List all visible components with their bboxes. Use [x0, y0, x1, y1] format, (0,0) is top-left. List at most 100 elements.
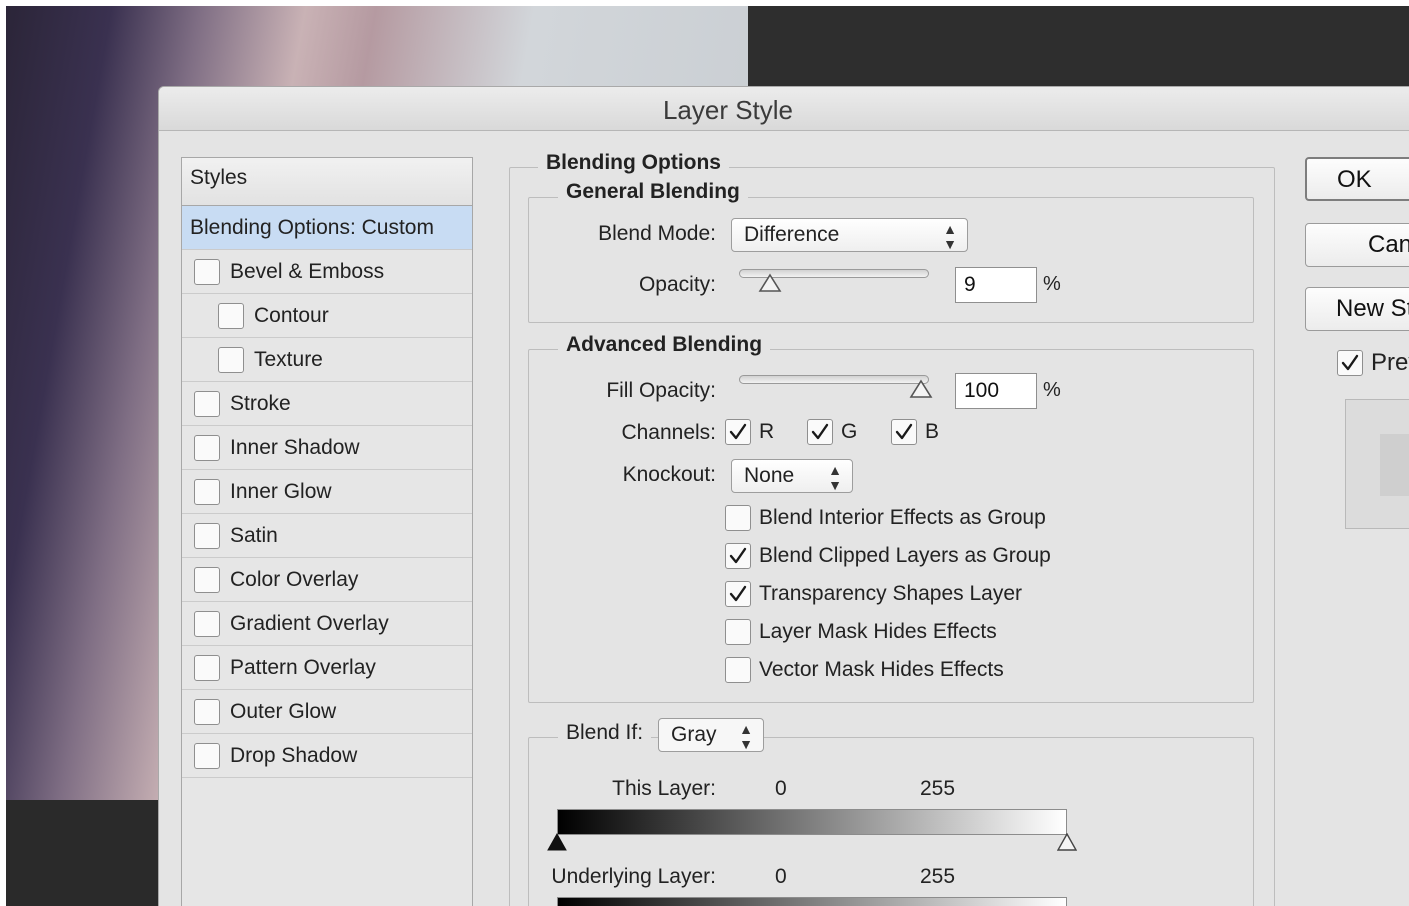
underlying-layer-label: Underlying Layer: [551, 865, 716, 888]
styles-item-drop-shadow[interactable]: Drop Shadow [182, 734, 472, 778]
this-layer-min: 0 [775, 777, 787, 800]
fill-opacity-label: Fill Opacity: [606, 379, 716, 402]
styles-header[interactable]: Styles [182, 158, 472, 206]
styles-item-gradient-overlay[interactable]: Gradient Overlay [182, 602, 472, 646]
blend-mode-select[interactable]: Difference ▲ ▼ [731, 218, 968, 252]
general-blending-legend: General Blending [558, 180, 748, 204]
styles-item-inner-glow[interactable]: Inner Glow [182, 470, 472, 514]
knockout-select[interactable]: None ▲ ▼ [731, 459, 853, 493]
this-layer-max: 255 [920, 777, 956, 800]
channel-r-checkbox[interactable] [725, 419, 751, 445]
underlying-layer-max: 255 [920, 865, 956, 888]
preview-checkbox[interactable] [1337, 350, 1363, 376]
option-transparency-shapes-layer[interactable]: Transparency Shapes Layer [725, 581, 1022, 607]
styles-item-label: Outer Glow [230, 699, 337, 723]
styles-item-pattern-overlay[interactable]: Pattern Overlay [182, 646, 472, 690]
checkmark-icon [729, 585, 747, 602]
fill-opacity-slider-thumb-icon[interactable] [909, 379, 933, 399]
dialog-titlebar[interactable]: Layer Style [159, 87, 1409, 131]
style-preview-box [1345, 399, 1409, 529]
select-arrows-icon: ▲ ▼ [828, 462, 842, 493]
option-checkbox[interactable] [725, 543, 751, 569]
option-checkbox[interactable] [725, 619, 751, 645]
fill-opacity-slider-track[interactable] [739, 375, 929, 384]
styles-item-label: Stroke [230, 391, 291, 415]
styles-item-stroke[interactable]: Stroke [182, 382, 472, 426]
option-label: Blend Interior Effects as Group [759, 506, 1046, 529]
option-blend-clipped-layers-as-group[interactable]: Blend Clipped Layers as Group [725, 543, 1051, 569]
styles-item-texture[interactable]: Texture [182, 338, 472, 382]
styles-item-label: Bevel & Emboss [230, 259, 385, 283]
style-checkbox[interactable] [194, 654, 220, 681]
style-checkbox[interactable] [194, 742, 220, 769]
style-checkbox[interactable] [194, 434, 220, 461]
opacity-slider-thumb-icon[interactable] [758, 273, 782, 293]
blend-mode-label: Blend Mode: [598, 222, 716, 245]
underlying-layer-min: 0 [775, 865, 787, 888]
select-arrows-icon: ▲ ▼ [943, 221, 957, 252]
background-canvas-dark [748, 6, 1409, 96]
channel-g-row[interactable]: G [807, 419, 857, 445]
style-checkbox[interactable] [194, 522, 220, 549]
checkmark-icon [729, 423, 747, 440]
general-blending-group [528, 197, 1254, 323]
this-layer-black-slider-icon[interactable] [547, 833, 567, 851]
option-vector-mask-hides-effects[interactable]: Vector Mask Hides Effects [725, 657, 1004, 683]
styles-item-label: Gradient Overlay [230, 611, 389, 635]
styles-item-label: Pattern Overlay [230, 655, 376, 679]
styles-item-label: Texture [254, 347, 323, 371]
styles-item-label: Inner Shadow [230, 435, 360, 459]
blend-if-select[interactable]: Gray ▲ ▼ [658, 718, 764, 752]
checkmark-icon [729, 547, 747, 564]
styles-item-label: Inner Glow [230, 479, 332, 503]
channel-b-row[interactable]: B [891, 419, 939, 445]
advanced-blending-legend: Advanced Blending [558, 333, 771, 357]
channel-label: B [925, 420, 940, 443]
styles-item-inner-shadow[interactable]: Inner Shadow [182, 426, 472, 470]
style-checkbox[interactable] [194, 698, 220, 725]
style-preview-swatch [1380, 434, 1409, 496]
styles-item-color-overlay[interactable]: Color Overlay [182, 558, 472, 602]
option-checkbox[interactable] [725, 505, 751, 531]
preview-checkbox-row[interactable]: Preview [1337, 349, 1409, 377]
cancel-button[interactable]: Cancel [1305, 223, 1409, 267]
option-label: Vector Mask Hides Effects [759, 658, 1004, 681]
style-checkbox[interactable] [194, 566, 220, 593]
option-blend-interior-effects-as-group[interactable]: Blend Interior Effects as Group [725, 505, 1046, 531]
style-checkbox[interactable] [194, 478, 220, 505]
preview-label: Preview [1371, 349, 1409, 376]
ok-button[interactable]: OK [1305, 157, 1409, 201]
knockout-value: None [744, 464, 795, 487]
styles-item-blending-options-custom[interactable]: Blending Options: Custom [182, 206, 472, 250]
style-checkbox[interactable] [194, 390, 220, 417]
channels-label: Channels: [621, 421, 716, 444]
option-checkbox[interactable] [725, 657, 751, 683]
style-checkbox[interactable] [218, 346, 244, 373]
option-checkbox[interactable] [725, 581, 751, 607]
styles-item-bevel-emboss[interactable]: Bevel & Emboss [182, 250, 472, 294]
styles-item-label: Color Overlay [230, 567, 359, 591]
option-layer-mask-hides-effects[interactable]: Layer Mask Hides Effects [725, 619, 997, 645]
style-checkbox[interactable] [218, 302, 244, 329]
fill-opacity-input[interactable]: 100 [955, 373, 1037, 409]
style-checkbox[interactable] [194, 610, 220, 637]
underlying-layer-gradient[interactable] [557, 897, 1067, 906]
channel-b-checkbox[interactable] [891, 419, 917, 445]
opacity-label: Opacity: [638, 273, 716, 296]
styles-item-label: Satin [230, 523, 278, 547]
style-checkbox[interactable] [194, 258, 220, 285]
opacity-input[interactable]: 9 [955, 267, 1037, 303]
channel-r-row[interactable]: R [725, 419, 774, 445]
checkmark-icon [1341, 354, 1359, 371]
this-layer-label: This Layer: [612, 777, 716, 800]
styles-item-contour[interactable]: Contour [182, 294, 472, 338]
this-layer-gradient[interactable] [557, 809, 1067, 835]
styles-list: Styles Blending Options: Custom Bevel & E… [181, 157, 473, 906]
this-layer-white-slider-icon[interactable] [1057, 833, 1077, 851]
new-style-button[interactable]: New Style... [1305, 287, 1409, 331]
fill-opacity-unit: % [1043, 379, 1061, 401]
channel-g-checkbox[interactable] [807, 419, 833, 445]
checkmark-icon [811, 423, 829, 440]
styles-item-satin[interactable]: Satin [182, 514, 472, 558]
styles-item-outer-glow[interactable]: Outer Glow [182, 690, 472, 734]
